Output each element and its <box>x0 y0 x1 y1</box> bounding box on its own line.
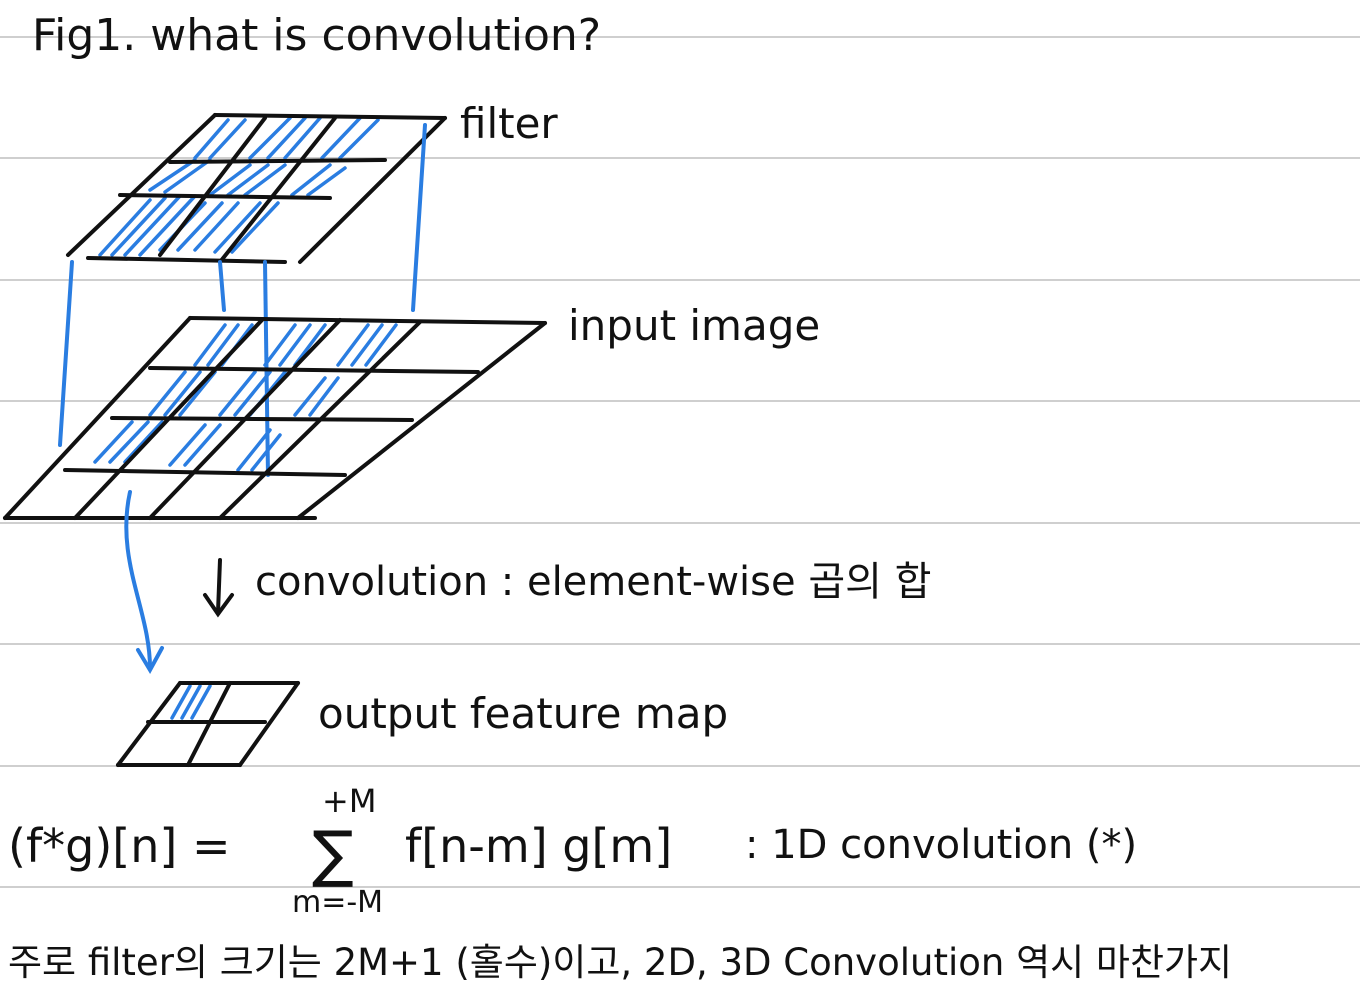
formula-lhs: (f*g)[n] = <box>8 819 231 873</box>
filter-label: filter <box>460 99 558 148</box>
footer-note: 주로 filter의 크기는 2M+1 (홀수)이고, 2D, 3D Convo… <box>8 941 1232 984</box>
output-hatch <box>170 684 212 720</box>
formula-rhs: f[n-m] g[m] <box>405 819 672 873</box>
formula-sum-upper: +M <box>322 782 376 820</box>
input-image-label: input image <box>568 301 820 350</box>
output-feature-map-label: output feature map <box>318 689 728 738</box>
formula-sum-symbol: ∑ <box>312 817 354 890</box>
output-feature-map-grid <box>116 681 300 767</box>
convolution-formula: (f*g)[n] = +M ∑ m=-M f[n-m] g[m] : 1D co… <box>8 782 1137 920</box>
convolution-diagram: Fig1. what is convolution? filter input … <box>0 10 1360 984</box>
formula-note: : 1D convolution (*) <box>745 822 1137 868</box>
notebook-page: Fig1. what is convolution? filter input … <box>0 0 1360 1000</box>
convolution-note: convolution : element-wise 곱의 합 <box>255 559 931 605</box>
filter-grid <box>66 113 447 264</box>
down-arrow-icon <box>203 558 234 618</box>
figure-title: Fig1. what is convolution? <box>32 10 601 61</box>
input-image-grid <box>3 316 547 520</box>
formula-sum-lower: m=-M <box>292 885 383 920</box>
